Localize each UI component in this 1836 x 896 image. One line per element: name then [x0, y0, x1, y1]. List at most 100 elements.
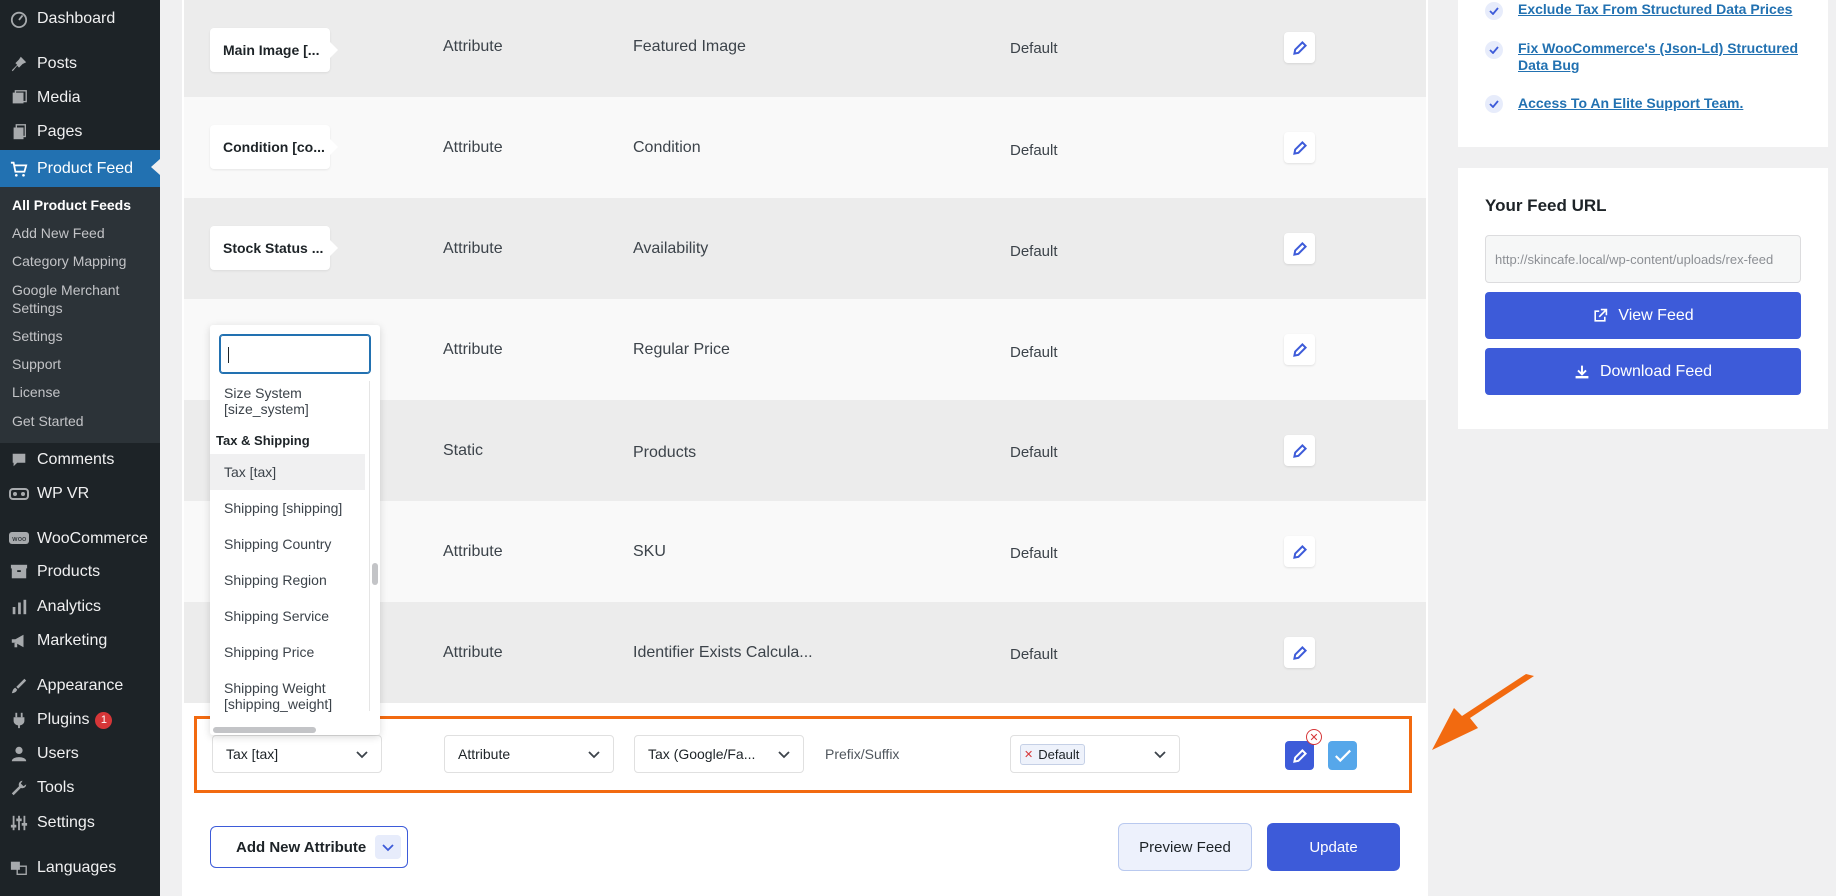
submenu-add-new-feed[interactable]: Add New Feed — [12, 224, 105, 242]
sidebar-item-analytics[interactable]: Analytics — [0, 590, 160, 624]
dropdown-option-shipping-price[interactable]: Shipping Price — [224, 644, 314, 660]
edit-row-button[interactable] — [1285, 741, 1314, 770]
dropdown-option-shipping-weight[interactable]: Shipping Weight [shipping_weight] — [224, 680, 332, 712]
save-row-button[interactable] — [1328, 741, 1357, 770]
prefix-suffix: Default — [1010, 444, 1058, 461]
edit-row-button[interactable] — [1284, 536, 1315, 567]
sidebar-item-label: Tools — [37, 779, 75, 796]
sidebar-item-label: Settings — [37, 814, 95, 831]
submenu-settings[interactable]: Settings — [12, 327, 63, 345]
submenu-get-started[interactable]: Get Started — [12, 412, 84, 430]
dropdown-option-shipping-service[interactable]: Shipping Service — [224, 608, 329, 624]
feature-link-support[interactable]: Access To An Elite Support Team. — [1518, 95, 1808, 112]
attribute-select[interactable]: Tax [tax] — [212, 735, 382, 773]
sidebar-item-appearance[interactable]: Appearance — [0, 669, 160, 703]
sidebar-item-media[interactable]: Media — [0, 81, 160, 115]
sidebar-item-label: Plugins — [37, 711, 90, 728]
dropdown-horizontal-scrollbar[interactable] — [213, 727, 316, 733]
feature-link-fix-jsonld[interactable]: Fix WooCommerce's (Json-Ld) Structured D… — [1518, 40, 1808, 74]
sidebar-item-marketing[interactable]: Marketing — [0, 624, 160, 658]
prefix-suffix: Default — [1010, 545, 1058, 562]
sidebar-item-comments[interactable]: Comments — [0, 443, 160, 477]
submenu-category-mapping[interactable]: Category Mapping — [12, 252, 126, 270]
dropdown-scroll-track — [369, 381, 370, 711]
sidebar-item-pages[interactable]: Pages — [0, 115, 160, 149]
attribute-name[interactable]: Condition [co... — [210, 125, 338, 169]
attribute-type: Attribute — [443, 542, 503, 560]
settings-icon — [9, 813, 29, 833]
remove-row-icon[interactable]: ✕ — [1306, 729, 1322, 745]
attribute-name[interactable]: Stock Status ... — [210, 226, 338, 270]
attribute-name[interactable]: Main Image [... — [210, 28, 338, 72]
chevron-down-icon — [1154, 751, 1166, 759]
sidebar-item-woocommerce[interactable]: woo WooCommerce — [0, 522, 160, 556]
add-new-attribute-button[interactable]: Add New Attribute — [210, 826, 408, 868]
comment-icon — [9, 450, 29, 470]
remove-tag-icon[interactable]: ✕ — [1024, 748, 1033, 761]
value-select[interactable]: Tax (Google/Fa... — [634, 735, 804, 773]
submenu-all-product-feeds[interactable]: All Product Feeds — [12, 196, 131, 214]
brush-icon — [9, 676, 29, 696]
pencil-icon — [1292, 544, 1307, 559]
dropdown-search-input[interactable] — [219, 334, 371, 374]
attribute-type: Static — [443, 441, 484, 459]
sidebar-item-users[interactable]: Users — [0, 737, 160, 771]
edit-row-button[interactable] — [1284, 132, 1315, 163]
attribute-type: Attribute — [443, 239, 503, 257]
output-filter-select[interactable]: ✕ Default — [1010, 735, 1180, 773]
sidebar-item-products[interactable]: Products — [0, 555, 160, 589]
dropdown-vertical-scrollbar[interactable] — [372, 563, 378, 585]
sidebar-item-label: Products — [37, 563, 101, 580]
admin-sidebar: Dashboard Posts Media Pages Product Feed… — [0, 0, 160, 896]
sidebar-item-wp-vr[interactable]: WP VR — [0, 477, 160, 511]
sidebar-item-label: Comments — [37, 451, 115, 468]
edit-row-button[interactable] — [1284, 637, 1315, 668]
dropdown-option-shipping-country[interactable]: Shipping Country — [224, 536, 331, 552]
tag-label: Default — [1038, 746, 1080, 762]
chevron-down-icon — [356, 751, 368, 759]
edit-row-button[interactable] — [1284, 435, 1315, 466]
pencil-icon — [1292, 748, 1307, 763]
update-button[interactable]: Update — [1267, 823, 1400, 871]
sidebar-item-product-feed[interactable]: Product Feed — [0, 150, 160, 187]
submenu-google-merchant-settings[interactable]: Google Merchant Settings — [12, 281, 147, 317]
edit-row-button[interactable] — [1284, 334, 1315, 365]
add-attribute-dropdown-toggle[interactable] — [375, 835, 401, 859]
prefix-suffix: Default — [1010, 344, 1058, 361]
submenu-license[interactable]: License — [12, 383, 60, 401]
download-feed-button[interactable]: Download Feed — [1485, 348, 1801, 395]
edit-row-button[interactable] — [1284, 32, 1315, 63]
sidebar-item-posts[interactable]: Posts — [0, 47, 160, 81]
submenu-support[interactable]: Support — [12, 355, 61, 373]
dropdown-option-shipping-region[interactable]: Shipping Region — [224, 572, 327, 588]
sidebar-item-dashboard[interactable]: Dashboard — [0, 2, 160, 36]
feature-link-line: Fix WooCommerce's (Json-Ld) Structured — [1518, 40, 1798, 56]
preview-feed-button[interactable]: Preview Feed — [1118, 823, 1252, 871]
wrench-icon — [9, 778, 29, 798]
check-circle-icon — [1485, 2, 1503, 20]
attribute-value: Products — [633, 443, 697, 461]
sidebar-item-languages[interactable]: Languages — [0, 851, 160, 885]
chevron-down-icon — [382, 844, 394, 852]
type-select[interactable]: Attribute — [444, 735, 614, 773]
attribute-dropdown: Size System [size_system] Tax & Shipping… — [210, 325, 380, 735]
feature-link-exclude-tax[interactable]: Exclude Tax From Structured Data Prices — [1518, 1, 1808, 18]
sidebar-item-label: Media — [37, 89, 81, 106]
prefix-suffix-label[interactable]: Prefix/Suffix — [825, 735, 899, 773]
dropdown-option-size-system[interactable]: Size System [size_system] — [224, 385, 309, 417]
sidebar-item-tools[interactable]: Tools — [0, 771, 160, 805]
sidebar-item-settings[interactable]: Settings — [0, 806, 160, 840]
sidebar-item-label: Posts — [37, 55, 78, 72]
feed-url-field[interactable]: http://skincafe.local/wp-content/uploads… — [1485, 235, 1801, 283]
attribute-select-value: Tax [tax] — [226, 746, 279, 762]
sidebar-item-label: Marketing — [37, 632, 108, 649]
attribute-value: Availability — [633, 239, 709, 257]
vr-icon — [9, 484, 29, 504]
download-feed-label: Download Feed — [1599, 362, 1713, 380]
chevron-down-icon — [778, 751, 790, 759]
dropdown-option-shipping[interactable]: Shipping [shipping] — [224, 500, 342, 516]
edit-row-button[interactable] — [1284, 233, 1315, 264]
view-feed-button[interactable]: View Feed — [1485, 292, 1801, 339]
dropdown-option-tax[interactable]: Tax [tax] — [224, 464, 276, 480]
sidebar-item-plugins[interactable]: Plugins 1 — [0, 703, 160, 737]
